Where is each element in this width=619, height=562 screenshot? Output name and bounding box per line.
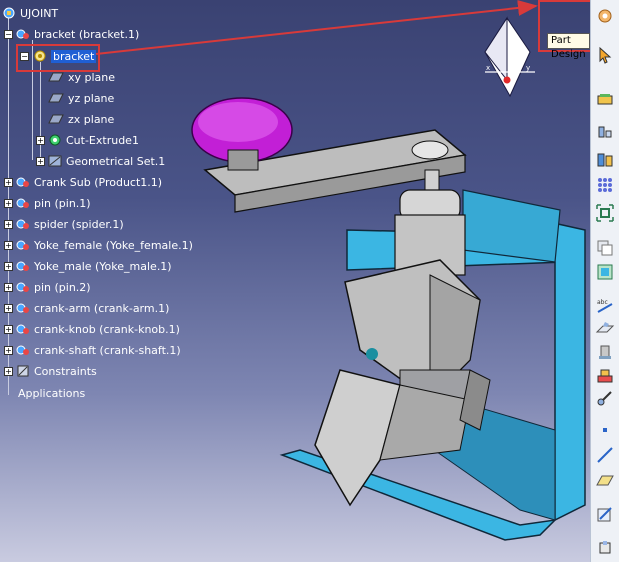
tools-icon[interactable] (595, 366, 615, 386)
tree-item-yz-plane[interactable]: yz plane (48, 89, 114, 107)
tree-item-label: bracket (bracket.1) (34, 27, 140, 41)
component-icon (16, 345, 29, 355)
measure-icon[interactable] (595, 122, 615, 142)
component-icon (16, 303, 29, 313)
expand-toggle-icon[interactable]: + (4, 346, 13, 355)
expand-toggle-icon[interactable]: + (4, 367, 13, 376)
plane-icon[interactable] (595, 470, 615, 490)
tree-item-label: pin (pin.1) (34, 196, 91, 210)
frame-icon[interactable] (595, 262, 615, 282)
product-icon (3, 7, 15, 19)
plane-icon (48, 114, 64, 124)
constraints-icon (17, 365, 29, 377)
fit-all-icon[interactable] (595, 203, 615, 223)
expand-toggle-icon[interactable]: + (36, 136, 45, 145)
component-icon (16, 219, 29, 229)
tree-item-label: crank-shaft (crank-shaft.1) (34, 343, 181, 357)
constraint-icon[interactable] (595, 388, 615, 408)
tree-item-bracket-part[interactable]: bracket (33, 47, 97, 65)
surface-icon[interactable] (595, 90, 615, 110)
part-gear-icon (34, 50, 46, 62)
expand-toggle-icon[interactable]: − (4, 30, 13, 39)
select-arrow-icon[interactable] (595, 45, 615, 65)
tree-item-label: Crank Sub (Product1.1) (34, 175, 163, 189)
tree-item-label: pin (pin.2) (34, 280, 91, 294)
svg-text:x: x (486, 64, 490, 72)
tree-item-label: crank-knob (crank-knob.1) (34, 322, 180, 336)
tree-item-label: xy plane (68, 70, 116, 84)
analysis-icon[interactable] (595, 538, 615, 558)
tree-item-crank-shaft[interactable]: crank-shaft (crank-shaft.1) (16, 341, 181, 359)
expand-toggle-icon[interactable]: + (4, 304, 13, 313)
boolean-icon[interactable] (595, 150, 615, 170)
expand-toggle-icon[interactable]: + (4, 262, 13, 271)
component-icon (16, 261, 29, 271)
tree-item-xy-plane[interactable]: xy plane (48, 68, 115, 86)
tree-item-label-selected: bracket (51, 49, 97, 63)
tree-item-cut-extrude[interactable]: Cut-Extrude1 (48, 131, 139, 149)
tree-item-label: Yoke_female (Yoke_female.1) (34, 238, 193, 252)
expand-toggle-icon[interactable]: + (4, 178, 13, 187)
3d-viewport[interactable]: x y UJOINT − bracket (bracket.1) − brack… (0, 0, 590, 562)
component-icon (16, 29, 29, 39)
tree-item-zx-plane[interactable]: zx plane (48, 110, 114, 128)
expand-toggle-icon[interactable]: − (20, 52, 29, 61)
geometrical-set-icon (48, 155, 62, 167)
component-icon (16, 240, 29, 250)
cut-extrude-icon (49, 134, 61, 146)
tree-root[interactable]: UJOINT (2, 4, 58, 22)
tree-item-label: zx plane (68, 112, 115, 126)
expand-toggle-icon[interactable]: + (4, 220, 13, 229)
svg-text:abc: abc (597, 299, 608, 306)
line-icon[interactable] (595, 445, 615, 465)
svg-text:y: y (526, 64, 530, 72)
workbench-tooltip: Part Design (547, 33, 590, 60)
tree-item-bracket-component[interactable]: bracket (bracket.1) (16, 25, 139, 43)
tree-item-label: Constraints (34, 364, 97, 378)
expand-toggle-icon[interactable]: + (4, 199, 13, 208)
part-design-gear-icon[interactable] (595, 6, 615, 26)
tree-item-constraints[interactable]: Constraints (16, 362, 97, 380)
expand-toggle-icon[interactable]: + (4, 325, 13, 334)
tree-item-crank-arm[interactable]: crank-arm (crank-arm.1) (16, 299, 169, 317)
expand-toggle-icon[interactable]: + (4, 241, 13, 250)
pattern-icon[interactable] (595, 175, 615, 195)
expand-toggle-icon[interactable]: + (36, 157, 45, 166)
compass-icon[interactable]: x y (484, 16, 535, 98)
tree-item-yoke-male[interactable]: Yoke_male (Yoke_male.1) (16, 257, 172, 275)
tree-item-label: Geometrical Set.1 (66, 154, 166, 168)
expand-toggle-icon[interactable]: + (4, 283, 13, 292)
sketch-icon[interactable] (595, 505, 615, 525)
tree-item-label: spider (spider.1) (34, 217, 124, 231)
plane-icon (48, 93, 64, 103)
tree-item-label: crank-arm (crank-arm.1) (34, 301, 170, 315)
tree-item-geometrical-set[interactable]: Geometrical Set.1 (48, 152, 165, 170)
tree-item-pin-1[interactable]: pin (pin.1) (16, 194, 91, 212)
tree-item-crank-knob[interactable]: crank-knob (crank-knob.1) (16, 320, 180, 338)
tree-item-yoke-female[interactable]: Yoke_female (Yoke_female.1) (16, 236, 193, 254)
component-icon (16, 282, 29, 292)
tree-item-applications[interactable]: Applications (18, 384, 85, 402)
component-icon (16, 198, 29, 208)
point-icon[interactable] (595, 420, 615, 440)
plane-icon (48, 72, 64, 82)
tree-item-pin-2[interactable]: pin (pin.2) (16, 278, 91, 296)
tree-item-label: Applications (18, 386, 86, 400)
tree-item-label: Yoke_male (Yoke_male.1) (34, 259, 172, 273)
copy-icon[interactable] (595, 238, 615, 258)
tree-item-spider[interactable]: spider (spider.1) (16, 215, 124, 233)
draft-icon[interactable] (595, 318, 615, 338)
annotation-icon[interactable]: abc (595, 296, 615, 316)
right-toolbar: abc (590, 0, 619, 562)
tree-item-crank-sub[interactable]: Crank Sub (Product1.1) (16, 173, 162, 191)
component-icon (16, 177, 29, 187)
tree-root-label: UJOINT (20, 6, 59, 20)
tree-item-label: Cut-Extrude1 (66, 133, 139, 147)
tree-item-label: yz plane (68, 91, 115, 105)
paint-icon[interactable] (595, 342, 615, 362)
component-icon (16, 324, 29, 334)
